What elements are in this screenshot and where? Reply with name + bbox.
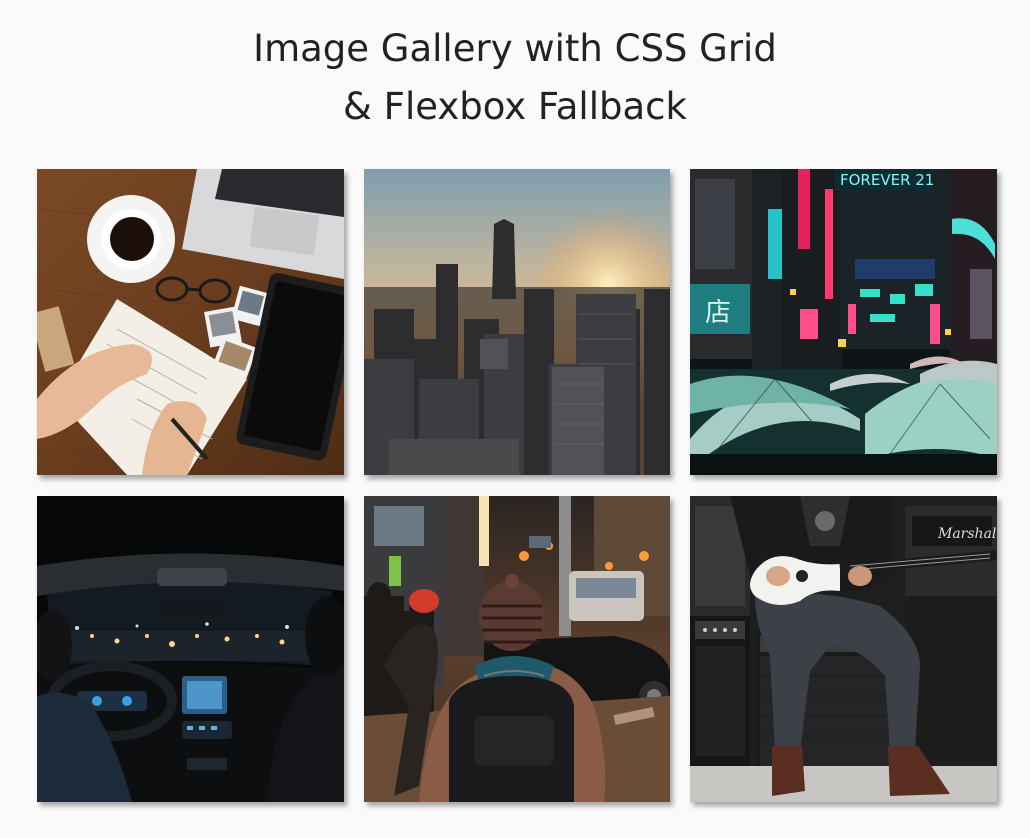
neon-street-umbrellas-photo: 店 FOREVER 21 <box>690 169 997 475</box>
gallery-item-car-interior[interactable] <box>37 496 344 802</box>
night-car-interior-photo <box>37 496 344 802</box>
page: Image Gallery with CSS Grid & Flexbox Fa… <box>0 0 1030 838</box>
forever21-sign: FOREVER 21 <box>840 171 934 189</box>
city-street-walker-photo <box>364 496 670 802</box>
city-sunset-skyline-photo <box>364 169 670 475</box>
shop-sign: 店 <box>705 298 731 328</box>
image-gallery: 店 FOREVER 21 Marshall <box>37 169 997 802</box>
marshall-logo: Marshall <box>937 526 997 542</box>
gallery-item-workspace[interactable] <box>37 169 344 475</box>
gallery-item-guitarist[interactable]: Marshall <box>690 496 997 802</box>
gallery-item-skyline[interactable] <box>364 169 670 475</box>
page-title-line-1: Image Gallery with CSS Grid <box>253 27 777 70</box>
gallery-item-neon-street[interactable]: 店 FOREVER 21 <box>690 169 997 475</box>
workspace-desk-photo <box>37 169 344 475</box>
gallery-item-street-walker[interactable] <box>364 496 670 802</box>
page-title: Image Gallery with CSS Grid & Flexbox Fa… <box>0 20 1030 136</box>
page-title-line-2: & Flexbox Fallback <box>343 85 687 128</box>
guitarist-with-amps-photo: Marshall <box>690 496 997 802</box>
